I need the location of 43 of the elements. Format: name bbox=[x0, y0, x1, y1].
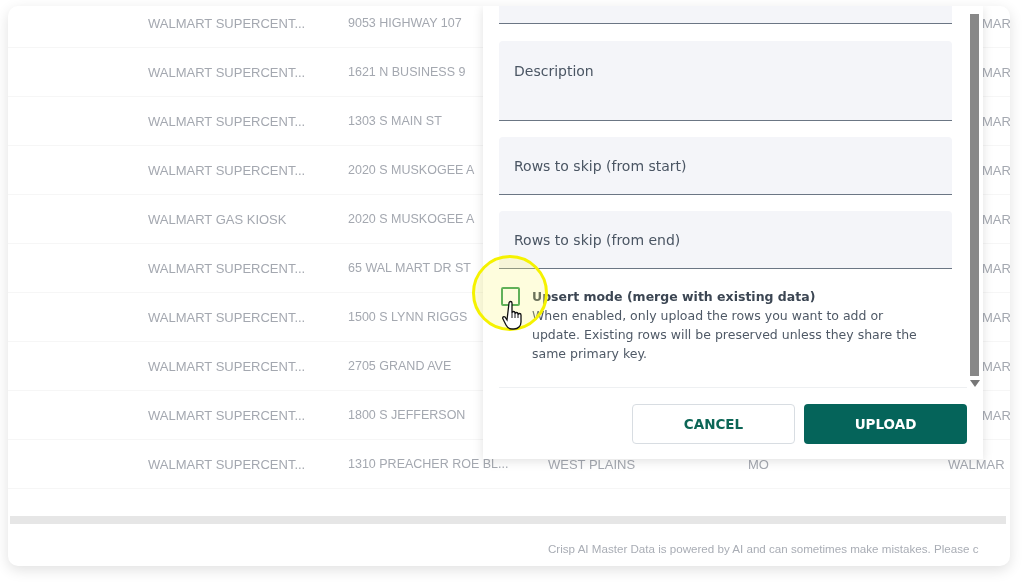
scroll-down-icon[interactable] bbox=[970, 380, 980, 387]
table-cell-text: 1800 S JEFFERSON bbox=[348, 408, 467, 422]
table-cell: MAR bbox=[982, 407, 1010, 423]
upload-button[interactable]: UPLOAD bbox=[804, 404, 967, 444]
table-cell-text: WEST PLAINS bbox=[548, 456, 637, 472]
table-cell-text: WALMART SUPERCENT... bbox=[148, 358, 307, 374]
horizontal-scrollbar[interactable] bbox=[10, 516, 1006, 524]
table-cell: MAR bbox=[982, 358, 1010, 374]
table-cell: MAR bbox=[982, 211, 1010, 227]
table-cell: MAR bbox=[982, 309, 1010, 325]
table-cell: WALMAR bbox=[948, 456, 1005, 472]
table-cell-text: WALMART SUPERCENT... bbox=[148, 456, 307, 472]
text-area[interactable]: Description bbox=[499, 41, 952, 121]
table-cell-text: 1303 S MAIN ST bbox=[348, 114, 443, 128]
table-cell: MAR bbox=[982, 260, 1010, 276]
table-cell-text: WALMART SUPERCENT... bbox=[148, 64, 307, 80]
table-cell-text: WALMART SUPERCENT... bbox=[148, 260, 307, 276]
table-cell-text: WALMART SUPERCENT... bbox=[148, 162, 307, 178]
text-field[interactable] bbox=[499, 6, 952, 24]
table-cell-text: WALMART SUPERCENT... bbox=[148, 15, 307, 31]
table-cell-text: 2020 S MUSKOGEE A bbox=[348, 163, 476, 177]
table-cell: MAR bbox=[982, 162, 1010, 178]
table-cell-text: WALMART SUPERCENT... bbox=[148, 407, 307, 423]
input-field[interactable]: Rows to skip (from end) bbox=[499, 211, 952, 269]
table-cell: MAR bbox=[982, 15, 1010, 31]
table-cell-text: 9053 HIGHWAY 107 bbox=[348, 16, 463, 30]
table-cell-text: WALMART SUPERCENT... bbox=[148, 113, 307, 129]
cancel-button[interactable]: CANCEL bbox=[632, 404, 795, 444]
table-cell-text: 1621 N BUSINESS 9 bbox=[348, 65, 467, 79]
table-cell-text: 2705 GRAND AVE bbox=[348, 359, 453, 373]
table-cell-text: WALMART SUPERCENT... bbox=[148, 309, 307, 325]
hand-cursor-icon bbox=[502, 300, 524, 330]
disclaimer-text: Crisp AI Master Data is powered by AI and can sometimes make mistakes. Please c bbox=[548, 541, 979, 555]
table-cell: MAR bbox=[982, 113, 1010, 129]
table-cell-text: 65 WAL MART DR ST bbox=[348, 261, 472, 275]
table-cell-text: 1310 PREACHER ROE BL... bbox=[348, 457, 510, 471]
table-cell-text: 1500 S LYNN RIGGS bbox=[348, 310, 469, 324]
scrollbar-thumb[interactable] bbox=[970, 14, 979, 376]
table-cell-text: MO bbox=[748, 456, 770, 472]
input-field[interactable]: Rows to skip (from start) bbox=[499, 137, 952, 195]
table-cell-text: 2020 S MUSKOGEE A bbox=[348, 212, 476, 226]
table-cell-text: WALMART GAS KIOSK bbox=[148, 211, 288, 227]
table-cell: MAR bbox=[982, 64, 1010, 80]
